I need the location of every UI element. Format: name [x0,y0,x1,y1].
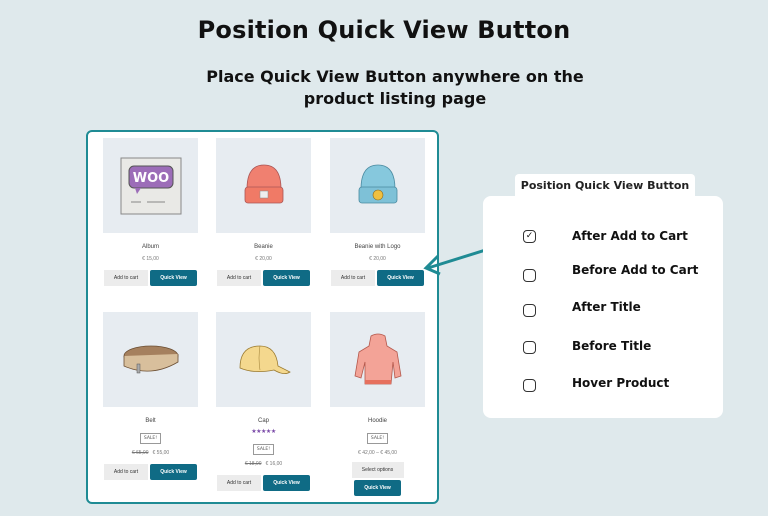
product-image-beanie[interactable] [216,138,311,233]
product-price: € 20,00 [369,256,386,262]
sale-price: € 16,00 [265,461,283,467]
checkbox[interactable] [523,379,536,392]
add-to-cart-button[interactable]: Add to cart [217,475,261,491]
option-label: Before Title [572,339,652,353]
option-hover-product[interactable]: Hover Product [523,376,669,392]
settings-panel-title: Position Quick View Button [515,174,695,198]
add-to-cart-button[interactable]: Add to cart [217,270,261,286]
product-image-belt[interactable] [103,312,198,407]
beanie-image-icon [244,164,283,203]
select-options-button[interactable]: Select options [351,462,404,478]
product-name[interactable]: Beanie [216,244,311,250]
cap-image-icon [239,345,291,374]
quick-view-button[interactable]: Quick View [263,270,310,286]
product-listing-preview: WOO Album € 15,00 Add to cart Quick View… [86,130,439,504]
product-image-hoodie[interactable] [330,312,425,407]
option-label: After Add to Cart [572,229,688,243]
quick-view-button[interactable]: Quick View [354,480,401,496]
old-price: € 18,00 [244,461,262,467]
product-name[interactable]: Cap [216,418,311,424]
add-to-cart-button[interactable]: Add to cart [104,464,148,480]
checkbox-checked[interactable]: ✓ [523,230,536,243]
add-to-cart-button[interactable]: Add to cart [331,270,375,286]
quick-view-button[interactable]: Quick View [150,464,197,480]
position-settings-panel: ✓ After Add to Cart Before Add to Cart A… [483,196,723,418]
option-label: Before Add to Cart [572,263,699,277]
product-image-album[interactable]: WOO [103,138,198,233]
add-to-cart-button[interactable]: Add to cart [104,270,148,286]
quick-view-button[interactable]: Quick View [263,475,310,491]
sale-badge: SALE! [139,433,162,444]
sale-badge: SALE! [366,433,389,444]
product-price: € 20,00 [255,256,272,262]
product-name[interactable]: Belt [103,418,198,424]
product-price: € 65,00 € 55,00 [103,450,198,456]
checkbox[interactable] [523,341,536,354]
option-after-add-to-cart[interactable]: ✓ After Add to Cart [523,229,688,243]
product-card-hoodie: Hoodie SALE! € 42,00 – € 45,00 Select op… [330,312,425,496]
option-label: Hover Product [572,376,670,390]
option-before-add-to-cart[interactable]: Before Add to Cart [523,263,698,282]
product-card-beanie-with-logo: Beanie with Logo € 20,00 Add to cart Qui… [330,138,425,286]
product-price: € 42,00 – € 45,00 [358,450,397,456]
option-before-title[interactable]: Before Title [523,339,651,354]
quick-view-button[interactable]: Quick View [377,270,424,286]
checkbox[interactable] [523,304,536,317]
product-image-cap[interactable] [216,312,311,407]
beanie-logo-image-icon [358,164,397,203]
product-name[interactable]: Hoodie [330,418,425,424]
product-price: € 15,00 [142,256,159,262]
old-price: € 65,00 [131,450,149,456]
rating-stars: ★★★★★ [251,428,276,435]
product-image-beanie-with-logo[interactable] [330,138,425,233]
svg-text:WOO: WOO [132,171,168,186]
page-title: Position Quick View Button [197,16,571,44]
option-after-title[interactable]: After Title [523,300,641,317]
sale-badge: SALE! [252,444,275,455]
product-name[interactable]: Beanie with Logo [330,244,425,250]
product-card-album: WOO Album € 15,00 Add to cart Quick View [103,138,198,286]
page-subtitle: Place Quick View Button anywhere on the … [206,67,584,108]
hoodie-image-icon [354,333,401,384]
product-price: € 18,00 € 16,00 [216,461,311,467]
quick-view-button[interactable]: Quick View [150,270,197,286]
checkbox[interactable] [523,269,536,282]
product-card-belt: Belt SALE! € 65,00 € 55,00 Add to cart Qu… [103,312,198,480]
product-name[interactable]: Album [103,244,198,250]
option-label: After Title [572,300,641,314]
product-card-cap: Cap ★★★★★ SALE! € 18,00 € 16,00 Add to ca… [216,312,311,491]
album-image-icon: WOO [120,157,181,214]
sale-price: € 55,00 [152,450,170,456]
belt-image-icon [123,345,178,373]
product-card-beanie: Beanie € 20,00 Add to cart Quick View [216,138,311,286]
